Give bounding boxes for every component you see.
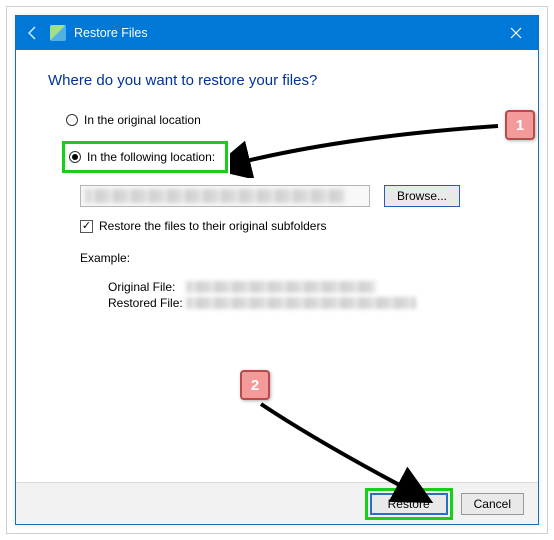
restore-path-input[interactable] <box>80 185 370 207</box>
restore-button[interactable]: Restore <box>370 493 448 515</box>
page-heading: Where do you want to restore your files? <box>48 72 506 89</box>
example-heading: Example: <box>80 251 506 265</box>
redacted-original-file <box>186 281 376 293</box>
annotation-step-1: 1 <box>505 110 535 140</box>
dialog-window: Restore Files Where do you want to resto… <box>15 15 539 525</box>
close-icon <box>510 27 522 39</box>
redacted-restored-file <box>186 297 416 309</box>
restore-files-icon <box>50 25 66 41</box>
option-following-label: In the following location: <box>87 150 215 164</box>
dialog-footer: Restore Cancel <box>16 482 538 524</box>
highlight-restore-button: Restore <box>365 488 453 520</box>
cancel-button[interactable]: Cancel <box>461 493 524 515</box>
path-row: Browse... <box>80 185 506 207</box>
titlebar: Restore Files <box>16 16 538 50</box>
subfolders-checkbox[interactable]: ✓ <box>80 220 93 233</box>
subfolders-option[interactable]: ✓ Restore the files to their original su… <box>80 219 506 233</box>
example-restored-label: Restored File: <box>108 296 186 310</box>
annotation-step-2: 2 <box>240 370 270 400</box>
restore-label: Restore <box>388 497 430 511</box>
option-following-location[interactable]: In the following location: <box>67 146 219 168</box>
close-button[interactable] <box>493 16 538 50</box>
dialog-content: Where do you want to restore your files?… <box>16 50 538 482</box>
back-button[interactable] <box>16 16 50 50</box>
radio-original[interactable] <box>66 114 78 126</box>
subfolders-label: Restore the files to their original subf… <box>99 219 326 233</box>
example-original-label: Original File: <box>108 280 186 294</box>
window-title: Restore Files <box>74 26 148 40</box>
back-arrow-icon <box>25 25 41 41</box>
option-original-label: In the original location <box>84 113 201 127</box>
redacted-path <box>85 189 345 203</box>
highlight-following-option: In the following location: <box>62 141 228 173</box>
browse-label: Browse... <box>397 189 447 203</box>
example-grid: Original File: Restored File: <box>108 279 506 311</box>
cancel-label: Cancel <box>474 497 511 511</box>
radio-following[interactable] <box>69 151 81 163</box>
option-original-location[interactable]: In the original location <box>64 109 506 131</box>
browse-button[interactable]: Browse... <box>384 185 460 207</box>
